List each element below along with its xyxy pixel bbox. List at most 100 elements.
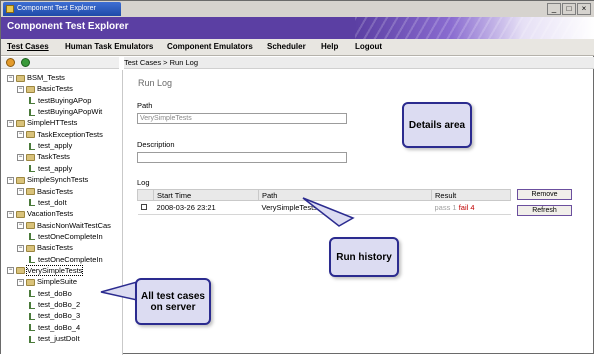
collapse-icon[interactable]: − xyxy=(7,74,14,82)
path-field[interactable]: VerySimpleTests xyxy=(137,113,347,124)
tree-suite[interactable]: − SimpleSuite xyxy=(17,277,77,287)
menu-bar: Test Cases Human Task Emulators Componen… xyxy=(1,39,594,56)
folder-icon xyxy=(26,244,35,252)
tree-project[interactable]: − SimpleSynchTests xyxy=(7,175,88,185)
breadcrumb: Test Cases > Run Log xyxy=(124,57,594,69)
menu-logout[interactable]: Logout xyxy=(355,42,382,51)
window-tab[interactable]: Component Test Explorer xyxy=(3,2,121,16)
row-checkbox[interactable] xyxy=(140,204,147,210)
minimize-button[interactable]: _ xyxy=(547,3,561,15)
result-fail[interactable]: fail 4 xyxy=(459,203,475,212)
test-case-icon xyxy=(29,233,35,241)
app-title: Component Test Explorer xyxy=(7,21,129,32)
tree-test-case[interactable]: test_doBo_3 xyxy=(29,311,80,321)
menu-component-emulators[interactable]: Component Emulators xyxy=(167,42,253,51)
test-tree: − BSM_Tests − BasicTests testBuyingAPop testB… xyxy=(1,70,123,355)
folder-icon xyxy=(16,210,25,218)
tree-suite[interactable]: − BasicTests xyxy=(17,243,73,253)
test-case-icon xyxy=(29,142,35,150)
test-case-icon xyxy=(29,108,35,116)
tree-node-label: VacationTests xyxy=(27,209,74,219)
tree-test-case[interactable]: testOneCompleteIn xyxy=(29,232,103,242)
tree-node-label: TaskExceptionTests xyxy=(37,129,103,139)
run-icon[interactable] xyxy=(21,58,30,67)
tree-node-label: BasicTests xyxy=(37,84,73,94)
collapse-icon[interactable]: − xyxy=(17,188,24,196)
test-case-icon xyxy=(29,290,35,298)
tree-suite[interactable]: − BasicNonWaitTestCas xyxy=(17,221,111,231)
tree-node-label: SimpleHTTests xyxy=(27,118,78,128)
folder-icon xyxy=(16,176,25,184)
maximize-button[interactable]: □ xyxy=(562,3,576,15)
tree-node-label: testBuyingAPopWit xyxy=(38,107,103,117)
tree-node-label: testBuyingAPop xyxy=(38,95,92,105)
collapse-icon[interactable]: − xyxy=(17,222,24,230)
tree-project[interactable]: − SimpleHTTests xyxy=(7,118,77,128)
header-banner-art xyxy=(355,17,594,39)
folder-icon xyxy=(26,131,35,139)
remove-button[interactable]: Remove xyxy=(517,189,572,200)
tree-suite[interactable]: − BasicTests xyxy=(17,187,73,197)
tree-project[interactable]: − BSM_Tests xyxy=(7,73,65,83)
callout-run-history-pointer xyxy=(302,197,355,227)
tree-toolbar xyxy=(1,57,119,69)
tree-node-label: test_doBo_4 xyxy=(38,322,81,332)
tree-test-case[interactable]: test_doBo_2 xyxy=(29,300,80,310)
tree-node-label: test_doIt xyxy=(38,197,67,207)
tree-node-label: testOneCompleteIn xyxy=(38,254,103,264)
log-label: Log xyxy=(137,178,150,187)
tree-test-case[interactable]: testBuyingAPop xyxy=(29,96,91,106)
collapse-icon[interactable]: − xyxy=(7,210,14,218)
tree-test-case[interactable]: test_doBo_4 xyxy=(29,323,80,333)
app-header: Component Test Explorer xyxy=(1,17,594,39)
collapse-icon[interactable]: − xyxy=(17,153,24,161)
tree-test-case[interactable]: test_doIt xyxy=(29,198,67,208)
collapse-icon[interactable]: − xyxy=(17,131,24,139)
tree-test-case[interactable]: test_doBo xyxy=(29,289,72,299)
collapse-icon[interactable]: − xyxy=(7,119,14,127)
column-header-start-time[interactable]: Start Time xyxy=(153,189,259,201)
tree-suite[interactable]: − TaskTests xyxy=(17,152,70,162)
tree-node-label: test_doBo xyxy=(38,288,72,298)
collapse-icon[interactable]: − xyxy=(17,278,24,286)
folder-icon xyxy=(16,119,25,127)
menu-test-cases[interactable]: Test Cases xyxy=(7,42,49,51)
tree-test-case[interactable]: testBuyingAPopWit xyxy=(29,107,102,117)
menu-scheduler[interactable]: Scheduler xyxy=(267,42,306,51)
tree-test-case[interactable]: test_justDoIt xyxy=(29,334,80,344)
column-header-result[interactable]: Result xyxy=(431,189,511,201)
tree-suite[interactable]: − TaskExceptionTests xyxy=(17,130,103,140)
tree-node-label: test_apply xyxy=(38,163,73,173)
test-case-icon xyxy=(29,312,35,320)
tree-suite[interactable]: − BasicTests xyxy=(17,84,73,94)
test-case-icon xyxy=(29,97,35,105)
test-case-icon xyxy=(29,165,35,173)
menu-help[interactable]: Help xyxy=(321,42,338,51)
tree-node-label: BasicTests xyxy=(37,243,73,253)
folder-icon xyxy=(16,74,25,82)
tree-node-label: TaskTests xyxy=(37,152,70,162)
collapse-icon[interactable]: − xyxy=(7,176,14,184)
window-tab-title: Component Test Explorer xyxy=(17,5,96,12)
tree-test-case[interactable]: test_apply xyxy=(29,141,72,151)
tree-project[interactable]: − VacationTests xyxy=(7,209,73,219)
tree-project[interactable]: − VerySimpleTests xyxy=(7,264,84,276)
collapse-icon[interactable]: − xyxy=(7,267,14,275)
refresh-icon[interactable] xyxy=(6,58,15,67)
folder-icon xyxy=(26,153,35,161)
tree-node-label: BasicTests xyxy=(37,186,73,196)
folder-icon xyxy=(26,278,35,286)
tree-node-label: SimpleSuite xyxy=(37,277,78,287)
test-case-icon xyxy=(29,335,35,343)
tree-test-case[interactable]: testOneCompleteIn xyxy=(29,255,103,265)
description-label: Description xyxy=(137,140,175,149)
collapse-icon[interactable]: − xyxy=(17,85,24,93)
close-button[interactable]: × xyxy=(577,3,591,15)
collapse-icon[interactable]: − xyxy=(17,244,24,252)
description-field[interactable] xyxy=(137,152,347,163)
menu-human-task-emulators[interactable]: Human Task Emulators xyxy=(65,42,153,51)
tree-node-label: testOneCompleteIn xyxy=(38,231,103,241)
refresh-button[interactable]: Refresh xyxy=(517,205,572,216)
callout-details-area: Details area xyxy=(402,102,472,148)
tree-test-case[interactable]: test_apply xyxy=(29,164,72,174)
